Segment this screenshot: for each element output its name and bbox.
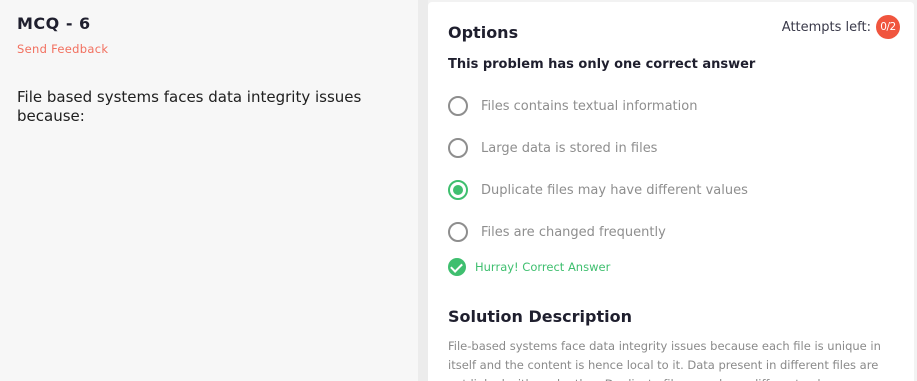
radio-icon[interactable]: [448, 96, 468, 116]
send-feedback-link[interactable]: Send Feedback: [17, 42, 108, 56]
radio-icon[interactable]: [448, 138, 468, 158]
radio-icon[interactable]: [448, 222, 468, 242]
question-text: File based systems faces data integrity …: [17, 88, 362, 125]
question-title: MCQ - 6: [17, 14, 91, 33]
result-label: Hurray! Correct Answer: [475, 260, 611, 274]
result-message: Hurray! Correct Answer: [448, 258, 610, 276]
options-panel: Options Attempts left: 0/2 This problem …: [428, 2, 914, 381]
option-4[interactable]: Files are changed frequently: [448, 220, 666, 244]
solution-text: File-based systems face data integrity i…: [448, 339, 881, 381]
question-panel: MCQ - 6 Send Feedback File based systems…: [0, 0, 418, 381]
option-label: Duplicate files may have different value…: [481, 182, 748, 198]
option-label: Files are changed frequently: [481, 224, 666, 240]
attempts-label: Attempts left:: [781, 19, 871, 35]
option-3[interactable]: Duplicate files may have different value…: [448, 178, 748, 202]
check-circle-icon: [448, 258, 466, 276]
radio-selected-icon[interactable]: [448, 180, 468, 200]
panel-divider[interactable]: [418, 0, 428, 381]
attempts-badge: 0/2: [876, 15, 900, 39]
solution-heading: Solution Description: [448, 307, 632, 326]
option-label: Files contains textual information: [481, 98, 698, 114]
answer-hint: This problem has only one correct answer: [448, 57, 756, 72]
options-heading: Options: [448, 23, 519, 42]
option-1[interactable]: Files contains textual information: [448, 94, 697, 118]
option-2[interactable]: Large data is stored in files: [448, 136, 657, 160]
attempts-indicator: Attempts left: 0/2: [782, 15, 900, 39]
option-label: Large data is stored in files: [481, 140, 658, 156]
